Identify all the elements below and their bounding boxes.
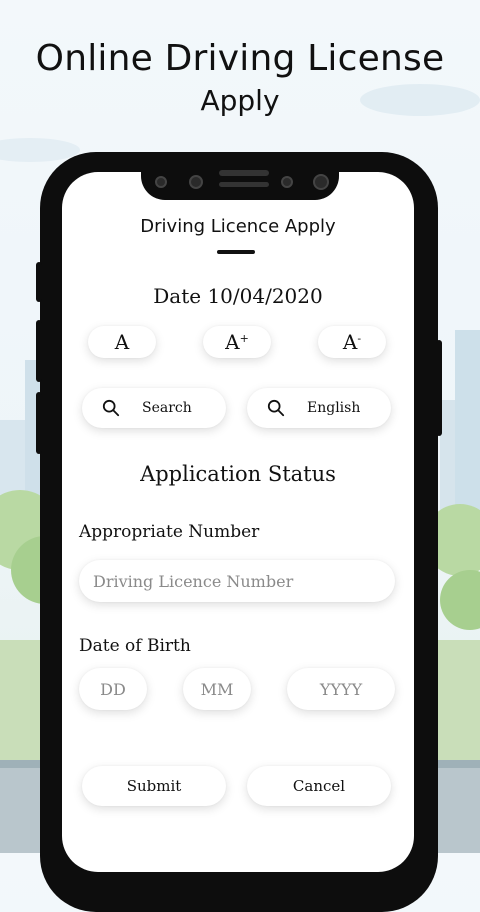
licence-number-input[interactable] bbox=[79, 560, 395, 602]
promo-title-line1: Online Driving License bbox=[35, 38, 445, 79]
submit-button[interactable]: Submit bbox=[82, 766, 226, 806]
phone-screen: Driving Licence Apply Date 10/04/2020 A … bbox=[62, 172, 414, 872]
promo-title-line2: Apply bbox=[200, 84, 280, 117]
appropriate-number-label: Appropriate Number bbox=[79, 522, 260, 542]
proximity-sensor-icon bbox=[281, 176, 293, 188]
search-button[interactable]: Search bbox=[82, 388, 226, 428]
section-title: Application Status bbox=[140, 462, 336, 486]
phone-volume-down-button bbox=[36, 392, 42, 454]
front-camera-icon bbox=[155, 176, 167, 188]
phone-side-button bbox=[36, 262, 42, 302]
font-normal-label: A bbox=[114, 330, 130, 354]
font-normal-button[interactable]: A bbox=[88, 326, 156, 358]
date-of-birth-label: Date of Birth bbox=[79, 636, 191, 656]
submit-button-label: Submit bbox=[126, 777, 182, 795]
font-decrease-mark: - bbox=[357, 331, 362, 345]
date-label: Date 10/04/2020 bbox=[153, 284, 323, 308]
cancel-button[interactable]: Cancel bbox=[247, 766, 391, 806]
dob-year-input[interactable] bbox=[287, 668, 395, 710]
app-title: Driving Licence Apply bbox=[140, 216, 336, 237]
camera-lens-icon bbox=[313, 174, 329, 190]
phone-power-button bbox=[436, 340, 442, 436]
search-button-label: Search bbox=[142, 400, 192, 416]
font-increase-label: A bbox=[225, 330, 240, 354]
speaker-grille bbox=[219, 170, 269, 176]
search-icon bbox=[267, 399, 285, 417]
font-increase-mark: + bbox=[239, 331, 249, 345]
title-underline bbox=[217, 250, 255, 254]
language-button-label: English bbox=[307, 400, 361, 416]
phone-volume-up-button bbox=[36, 320, 42, 382]
dob-month-input[interactable] bbox=[183, 668, 251, 710]
language-button[interactable]: English bbox=[247, 388, 391, 428]
sensor-icon bbox=[189, 175, 203, 189]
cancel-button-label: Cancel bbox=[292, 777, 346, 795]
dob-day-input[interactable] bbox=[79, 668, 147, 710]
font-decrease-button[interactable]: A- bbox=[318, 326, 386, 358]
search-icon bbox=[102, 399, 120, 417]
font-increase-button[interactable]: A + bbox=[203, 326, 271, 358]
font-decrease-label: A bbox=[342, 330, 358, 354]
speaker-grille-lower bbox=[219, 182, 269, 187]
phone-notch bbox=[141, 166, 339, 200]
